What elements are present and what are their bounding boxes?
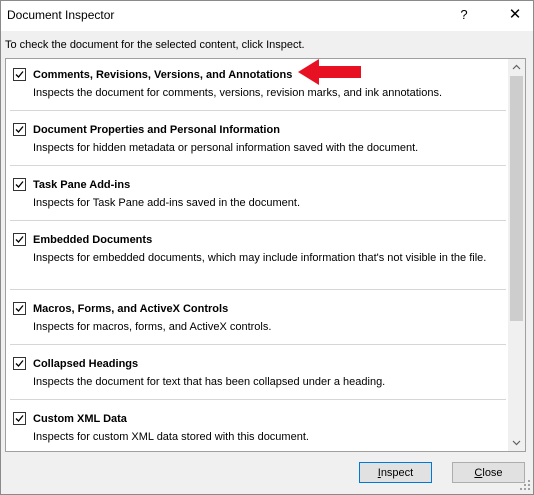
checkbox-macros-forms-activex[interactable] (13, 302, 26, 315)
red-arrow-icon (298, 59, 361, 85)
close-button[interactable]: Close (452, 462, 525, 483)
inspection-list-content: Comments, Revisions, Versions, and Annot… (6, 59, 508, 451)
item-description: Inspects for embedded documents, which m… (33, 252, 487, 264)
item-description: Inspects the document for text that has … (33, 376, 386, 388)
item-title: Collapsed Headings (33, 358, 139, 370)
item-title: Task Pane Add-ins (33, 179, 131, 191)
title-bar: Document Inspector ? ✕ (1, 1, 533, 31)
checkbox-embedded-documents[interactable] (13, 233, 26, 246)
item-title: Document Properties and Personal Informa… (33, 124, 280, 136)
checkbox-task-pane-addins[interactable] (13, 178, 26, 191)
item-description: Inspects for Task Pane add-ins saved in … (33, 197, 301, 209)
checkmark-icon (15, 305, 24, 312)
chevron-down-icon (512, 440, 521, 446)
checkmark-icon (15, 71, 24, 78)
checkbox-collapsed-headings[interactable] (13, 357, 26, 370)
list-item: Macros, Forms, and ActiveX Controls Insp… (6, 290, 508, 345)
inspection-list: Comments, Revisions, Versions, and Annot… (5, 58, 526, 452)
scroll-thumb[interactable] (510, 76, 523, 321)
checkmark-icon (15, 360, 24, 367)
item-description: Inspects for hidden metadata or personal… (33, 142, 419, 154)
close-label-rest: lose (482, 467, 503, 479)
item-title: Comments, Revisions, Versions, and Annot… (33, 69, 293, 81)
list-item: Comments, Revisions, Versions, and Annot… (6, 59, 508, 111)
item-description: Inspects the document for comments, vers… (33, 87, 443, 99)
checkbox-document-properties[interactable] (13, 123, 26, 136)
list-item: Document Properties and Personal Informa… (6, 111, 508, 166)
item-description: Inspects for macros, forms, and ActiveX … (33, 321, 272, 333)
list-item: Collapsed Headings Inspects the document… (6, 345, 508, 400)
checkmark-icon (15, 181, 24, 188)
window-title: Document Inspector (7, 8, 115, 22)
scroll-down-button[interactable] (508, 434, 525, 451)
list-item: Task Pane Add-ins Inspects for Task Pane… (6, 166, 508, 221)
checkmark-icon (15, 126, 24, 133)
list-item: Custom XML Data Inspects for custom XML … (6, 400, 508, 451)
document-inspector-dialog: Document Inspector ? ✕ To check the docu… (0, 0, 534, 495)
inspect-label-rest: nspect (380, 467, 414, 479)
scroll-up-button[interactable] (508, 59, 525, 76)
instructions-text: To check the document for the selected c… (5, 39, 305, 51)
item-title: Custom XML Data (33, 413, 127, 425)
checkbox-custom-xml-data[interactable] (13, 412, 26, 425)
list-item: Embedded Documents Inspects for embedded… (6, 221, 508, 290)
inspect-button[interactable]: Inspect (359, 462, 432, 483)
checkbox-comments-revisions[interactable] (13, 68, 26, 81)
checkmark-icon (15, 415, 24, 422)
item-title: Embedded Documents (33, 234, 153, 246)
chevron-up-icon (512, 64, 521, 70)
item-title: Macros, Forms, and ActiveX Controls (33, 303, 229, 315)
checkmark-icon (15, 236, 24, 243)
item-description: Inspects for custom XML data stored with… (33, 431, 309, 443)
close-window-button[interactable]: ✕ (497, 1, 533, 31)
vertical-scrollbar[interactable] (508, 59, 525, 451)
resize-grip-icon[interactable] (519, 479, 531, 491)
help-button[interactable]: ? (449, 1, 479, 31)
